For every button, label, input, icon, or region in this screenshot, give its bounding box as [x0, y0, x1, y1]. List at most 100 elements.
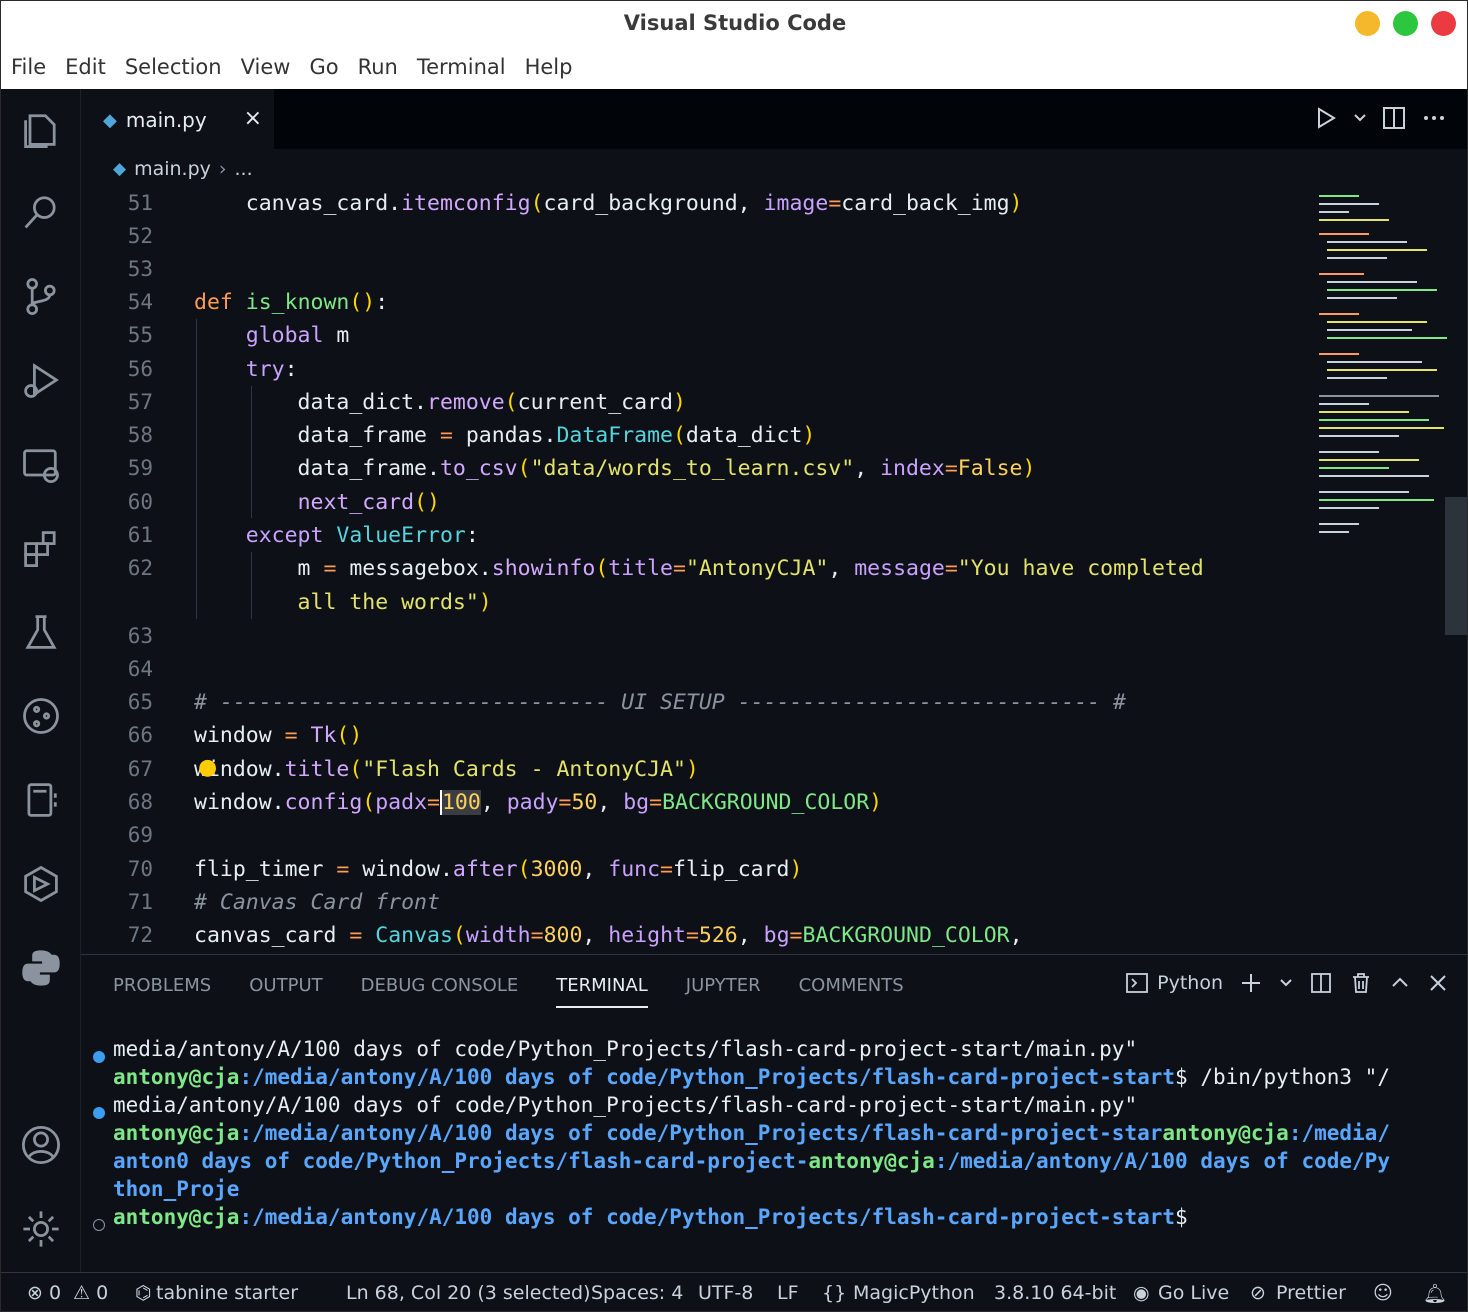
more-actions-icon[interactable] [1421, 105, 1447, 131]
feedback-icon[interactable]: ☺ [1373, 1282, 1393, 1304]
accounts-icon[interactable] [17, 1121, 65, 1169]
encoding[interactable]: UTF-8 [698, 1282, 753, 1304]
menu-edit[interactable]: Edit [65, 55, 106, 79]
run-file-icon[interactable] [1313, 105, 1339, 131]
line-number: 62 [127, 556, 153, 580]
editor-scrollbar-thumb[interactable] [1445, 497, 1467, 635]
menu-help[interactable]: Help [525, 55, 573, 79]
line-number: 56 [127, 357, 153, 381]
terminal-line: media/antony/A/100 days of code/Python_P… [113, 1093, 1138, 1117]
command-success-dot [93, 1051, 105, 1063]
braces-icon: {} [822, 1282, 847, 1304]
line-number: 70 [127, 857, 153, 881]
python-icon[interactable] [17, 944, 65, 992]
settings-gear-icon[interactable] [17, 1205, 65, 1253]
code-line-55: global m [245, 323, 350, 348]
code-line-62: m = messagebox.showinfo(title="AntonyCJA… [194, 556, 1204, 581]
minimap[interactable] [1315, 189, 1447, 569]
breadcrumb-file[interactable]: main.py [134, 158, 211, 180]
tab-close-icon[interactable]: × [244, 107, 262, 131]
panel-tabs: PROBLEMS OUTPUT DEBUG CONSOLE TERMINAL J… [113, 975, 942, 1008]
code-line-61: except ValueError: [245, 523, 479, 548]
line-ending[interactable]: LF [777, 1282, 799, 1304]
tab-debug-console[interactable]: DEBUG CONSOLE [361, 975, 519, 1008]
prettier-status[interactable]: Prettier [1276, 1282, 1346, 1304]
chevron-down-icon[interactable] [1279, 976, 1293, 990]
terminal-line: anton0 days of code/Python_Projects/flas… [113, 1149, 1390, 1173]
code-line-51: canvas_card.itemconfig(card_background, … [194, 191, 1023, 216]
command-success-dot [93, 1107, 105, 1119]
split-editor-icon[interactable] [1381, 105, 1407, 131]
menu-file[interactable]: File [11, 55, 46, 79]
terminal-line: thon_Proje [113, 1177, 240, 1201]
panel-actions: Python [1125, 971, 1449, 995]
breadcrumb-symbol[interactable]: ... [235, 158, 253, 180]
line-number: 68 [127, 790, 153, 814]
problems-warnings[interactable]: ⚠ 0 [73, 1282, 108, 1304]
indentation[interactable]: Spaces: 4 [591, 1282, 683, 1304]
notebook-icon[interactable] [17, 776, 65, 824]
line-number: 64 [127, 657, 153, 681]
editor-tab-strip: ◆ main.py × [81, 89, 1467, 149]
code-line-59: data_frame.to_csv("data/words_to_learn.c… [194, 456, 1036, 481]
language-mode[interactable]: MagicPython [853, 1282, 975, 1304]
tab-label: main.py [125, 108, 207, 132]
line-number: 57 [127, 390, 153, 414]
tab-problems[interactable]: PROBLEMS [113, 975, 211, 1008]
source-control-icon[interactable] [17, 272, 65, 320]
code-line-65: # ------------------------------ UI SETU… [194, 690, 1126, 715]
menu-bar: File Edit Selection View Go Run Terminal… [1, 45, 1467, 89]
split-terminal-icon[interactable] [1309, 971, 1333, 995]
terminal-line: antony@cja:/media/antony/A/100 days of c… [113, 1121, 1390, 1145]
breadcrumb: ◆ main.py › ... [81, 149, 1467, 189]
menu-terminal[interactable]: Terminal [417, 55, 506, 79]
tab-terminal[interactable]: TERMINAL [556, 975, 648, 1008]
code-line-70: flip_timer = window.after(3000, func=fli… [194, 857, 803, 882]
line-number: 63 [127, 624, 153, 648]
terminal-shell-name[interactable]: Python [1157, 972, 1223, 994]
close-window-button[interactable] [1431, 11, 1456, 36]
tab-comments[interactable]: COMMENTS [799, 975, 904, 1008]
menu-selection[interactable]: Selection [125, 55, 222, 79]
lightbulb-icon[interactable]: ● [198, 755, 217, 780]
line-number: 54 [127, 290, 153, 314]
line-number: 51 [127, 191, 153, 215]
terminal-line: antony@cja:/media/antony/A/100 days of c… [113, 1065, 1390, 1089]
cube-extension-icon[interactable] [17, 860, 65, 908]
minimize-button[interactable] [1355, 11, 1380, 36]
code-line-71: # Canvas Card front [194, 890, 440, 915]
code-editor[interactable]: 51 52 53 54 55 56 57 58 59 60 61 62 63 6… [81, 189, 1467, 954]
search-icon[interactable] [17, 188, 65, 236]
code-line-72: canvas_card = Canvas(width=800, height=5… [194, 923, 1023, 948]
notifications-bell-icon[interactable]: 🔔︎ [1423, 1282, 1447, 1305]
extensions-icon[interactable] [17, 524, 65, 572]
trash-icon[interactable] [1349, 971, 1373, 995]
code-line-67: window.title("Flash Cards - AntonyCJA") [194, 757, 699, 782]
new-terminal-icon[interactable] [1239, 971, 1263, 995]
tab-jupyter[interactable]: JUPYTER [686, 975, 761, 1008]
bottom-panel: PROBLEMS OUTPUT DEBUG CONSOLE TERMINAL J… [81, 954, 1467, 1272]
menu-run[interactable]: Run [358, 55, 398, 79]
title-bar: Visual Studio Code [1, 1, 1467, 45]
run-debug-icon[interactable] [17, 356, 65, 404]
menu-go[interactable]: Go [309, 55, 338, 79]
chevron-down-icon[interactable] [1353, 111, 1367, 125]
problems-errors[interactable]: ⊗ 0 [27, 1282, 61, 1304]
menu-view[interactable]: View [241, 55, 291, 79]
explorer-icon[interactable] [17, 105, 65, 153]
chevron-up-icon[interactable] [1389, 972, 1411, 994]
line-number: 58 [127, 423, 153, 447]
maximize-button[interactable] [1393, 11, 1418, 36]
testing-icon[interactable] [17, 608, 65, 656]
close-panel-icon[interactable] [1427, 972, 1449, 994]
go-live-button[interactable]: Go Live [1158, 1282, 1229, 1304]
tab-output[interactable]: OUTPUT [249, 975, 322, 1008]
python-interpreter[interactable]: 3.8.10 64-bit [994, 1282, 1116, 1304]
cursor-position[interactable]: Ln 68, Col 20 (3 selected) [346, 1282, 591, 1304]
line-number: 69 [127, 823, 153, 847]
git-graph-icon[interactable] [17, 692, 65, 740]
remote-explorer-icon[interactable] [17, 440, 65, 488]
line-number: 65 [127, 690, 153, 714]
tab-main-py[interactable]: ◆ main.py × [81, 89, 274, 149]
tabnine-status[interactable]: tabnine starter [156, 1282, 298, 1304]
